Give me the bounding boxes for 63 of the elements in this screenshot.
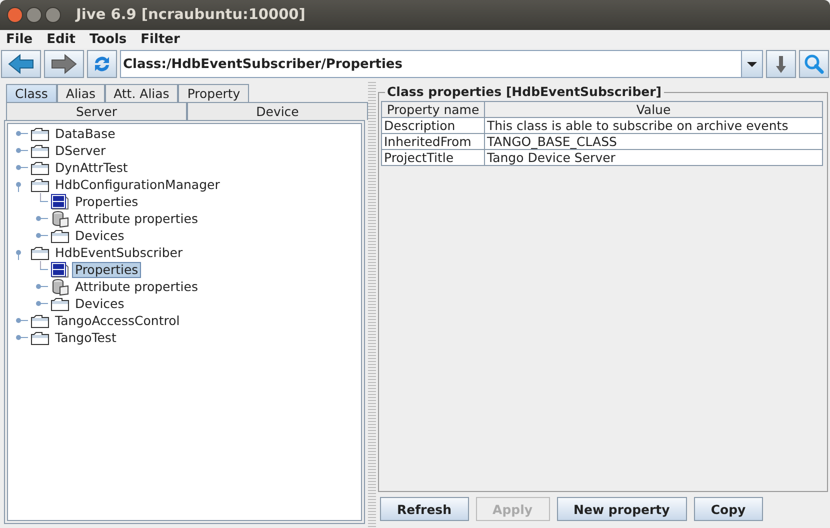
folder-icon [31, 246, 49, 260]
tab[interactable]: Alias [56, 84, 105, 102]
properties-icon [51, 262, 69, 278]
search-button[interactable] [799, 50, 829, 78]
search-icon [803, 53, 825, 75]
path-field[interactable]: Class:/HdbEventSubscriber/Properties [120, 50, 763, 78]
action-button[interactable]: Copy [694, 497, 763, 521]
maximize-button[interactable] [45, 7, 61, 23]
menu-item[interactable]: Edit [46, 32, 76, 46]
tree-item[interactable]: HdbConfigurationManager [52, 176, 223, 192]
folder-icon [31, 126, 49, 140]
folder-icon [31, 314, 49, 328]
menu-item[interactable]: Filter [140, 32, 180, 46]
down-arrow-button[interactable] [766, 50, 796, 78]
table-cell: Description [382, 118, 484, 134]
tree-item[interactable]: Devices [72, 296, 128, 312]
down-arrow-icon [775, 53, 787, 75]
refresh-button[interactable] [87, 50, 117, 78]
tree-item[interactable]: Properties [72, 194, 142, 210]
tab[interactable]: Device [187, 102, 368, 120]
action-button[interactable]: New property [556, 497, 687, 521]
group-title: Class properties [HdbEventSubscriber] [385, 84, 664, 99]
tree-item[interactable]: Devices [72, 228, 128, 244]
tab[interactable]: Property [178, 84, 250, 102]
menu-item[interactable]: File [6, 32, 33, 46]
tree-item[interactable]: HdbEventSubscriber [52, 244, 186, 260]
database-icon [51, 278, 69, 296]
tab[interactable]: Att. Alias [104, 84, 178, 102]
minimize-button[interactable] [26, 7, 42, 23]
column-header[interactable]: Value [484, 102, 822, 118]
column-header[interactable]: Property name [382, 102, 484, 118]
tree-item[interactable]: TangoAccessControl [52, 312, 183, 328]
tree-item[interactable]: DataBase [52, 126, 118, 142]
tree-item[interactable]: TangoTest [52, 330, 120, 346]
table-cell: Tango Device Server [484, 150, 822, 166]
tree-item[interactable]: DServer [52, 142, 109, 158]
tree-item[interactable]: DynAttrTest [52, 160, 131, 176]
table-cell: TANGO_BASE_CLASS [484, 134, 822, 150]
folder-icon [31, 178, 49, 192]
folder-icon [31, 144, 49, 158]
action-button[interactable]: Refresh [380, 497, 469, 521]
folder-icon [31, 330, 49, 344]
tree-item[interactable]: Attribute properties [72, 278, 201, 294]
database-icon [51, 210, 69, 228]
left-arrow-icon [7, 53, 35, 75]
table-cell: This class is able to subscribe on archive events [484, 118, 822, 134]
splitter-handle[interactable] [368, 80, 376, 528]
table-cell: ProjectTitle [382, 150, 484, 166]
back-button[interactable] [1, 50, 41, 78]
tab[interactable]: Server [6, 102, 187, 120]
window-title: Jive 6.9 [ncraubuntu:10000] [76, 7, 306, 23]
tree-item[interactable]: Attribute properties [72, 210, 201, 226]
forward-button[interactable] [44, 50, 84, 78]
folder-icon [31, 160, 49, 174]
tab[interactable]: Class [6, 84, 57, 102]
right-arrow-icon [50, 53, 78, 75]
menu-item[interactable]: Tools [89, 32, 127, 46]
table-cell: InheritedFrom [382, 134, 484, 150]
properties-icon [51, 194, 69, 210]
folder-icon [51, 228, 69, 242]
tree-item[interactable]: Properties [72, 262, 142, 278]
close-button[interactable] [7, 7, 23, 23]
folder-icon [51, 296, 69, 310]
